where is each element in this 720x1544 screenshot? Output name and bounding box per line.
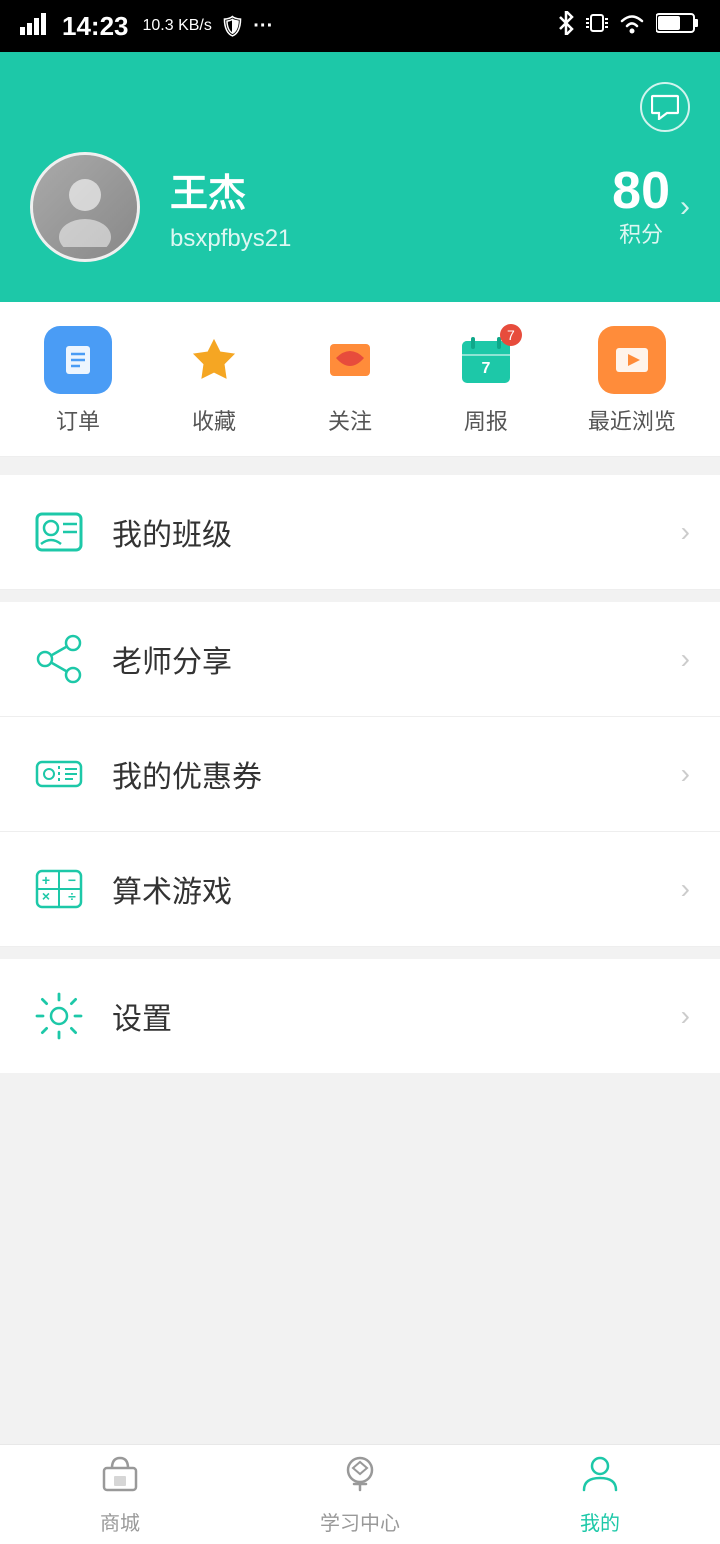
recent-label: 最近浏览	[588, 404, 676, 436]
user-name: 王杰	[170, 162, 582, 217]
menu-item-class[interactable]: 我的班级 ›	[0, 475, 720, 590]
share-icon	[30, 630, 88, 688]
class-icon	[30, 503, 88, 561]
weekly-badge: 7	[500, 324, 522, 346]
svg-text:7: 7	[481, 360, 490, 377]
points-label: 积分	[612, 217, 670, 249]
status-right	[556, 11, 700, 41]
class-arrow-icon: ›	[681, 516, 690, 548]
vibrate-icon	[586, 11, 608, 41]
nav-item-study[interactable]: 学习中心	[240, 1454, 480, 1536]
svg-text:−: −	[68, 872, 76, 888]
recent-icon-wrap	[598, 326, 666, 394]
study-nav-label: 学习中心	[320, 1507, 400, 1536]
status-bar: 14:23 10.3 KB/s 🛡 ···	[0, 0, 720, 52]
share-arrow-icon: ›	[681, 643, 690, 675]
section-divider-1	[0, 457, 720, 475]
mine-nav-label: 我的	[580, 1507, 620, 1536]
order-label: 订单	[56, 404, 100, 436]
svg-text:+: +	[42, 872, 50, 888]
status-time: 14:23	[62, 11, 129, 42]
coupon-label: 我的优惠券	[112, 752, 681, 796]
coupon-arrow-icon: ›	[681, 758, 690, 790]
class-label: 我的班级	[112, 510, 681, 554]
status-left: 14:23 10.3 KB/s 🛡 ···	[20, 11, 273, 42]
shop-nav-icon	[100, 1454, 140, 1501]
points-section[interactable]: 80 积分 ›	[612, 165, 690, 249]
menu-list: 我的班级 › 老师分享 ›	[0, 475, 720, 1073]
game-label: 算术游戏	[112, 867, 681, 911]
menu-item-share[interactable]: 老师分享 ›	[0, 602, 720, 717]
follow-label: 关注	[328, 404, 372, 436]
svg-text:÷: ÷	[68, 888, 76, 904]
share-label: 老师分享	[112, 637, 681, 681]
nav-item-mine[interactable]: 我的	[480, 1454, 720, 1536]
quick-item-order[interactable]: 订单	[44, 326, 112, 436]
game-icon: + × − ÷	[30, 860, 88, 918]
settings-arrow-icon: ›	[681, 1000, 690, 1032]
collect-icon-wrap	[180, 326, 248, 394]
game-arrow-icon: ›	[681, 873, 690, 905]
menu-item-settings[interactable]: 设置 ›	[0, 959, 720, 1073]
menu-item-coupon[interactable]: 我的优惠券 ›	[0, 717, 720, 832]
avatar-image	[33, 155, 137, 259]
profile-info: 王杰 bsxpfbys21	[170, 162, 582, 253]
quick-item-follow[interactable]: 关注	[316, 326, 384, 436]
follow-icon-wrap	[316, 326, 384, 394]
menu-item-game[interactable]: + × − ÷ 算术游戏 ›	[0, 832, 720, 947]
shop-nav-label: 商城	[100, 1507, 140, 1536]
points-value: 80	[612, 165, 670, 217]
shield-icon: 🛡	[220, 14, 245, 39]
wifi-icon	[618, 12, 646, 40]
weekly-label: 周报	[464, 404, 508, 436]
profile-header: 王杰 bsxpfbys21 80 积分 ›	[0, 52, 720, 302]
points-arrow-icon: ›	[680, 190, 690, 224]
bluetooth-icon	[556, 11, 576, 41]
profile-row: 王杰 bsxpfbys21 80 积分 ›	[30, 152, 690, 262]
quick-item-weekly[interactable]: 7 7 周报	[452, 326, 520, 436]
carrier-icon	[20, 13, 48, 40]
order-icon-wrap	[44, 326, 112, 394]
nav-item-shop[interactable]: 商城	[0, 1454, 240, 1536]
battery-icon	[656, 12, 700, 40]
avatar[interactable]	[30, 152, 140, 262]
chat-button[interactable]	[640, 82, 690, 132]
bottom-nav: 商城 学习中心 我的	[0, 1444, 720, 1544]
speed-indicator: 10.3 KB/s	[143, 17, 212, 35]
mine-nav-icon	[580, 1454, 620, 1501]
study-nav-icon	[340, 1454, 380, 1501]
header-top	[30, 82, 690, 132]
quick-item-recent[interactable]: 最近浏览	[588, 326, 676, 436]
weekly-icon-wrap: 7 7	[452, 326, 520, 394]
quick-menu: 订单 收藏 关注 7	[0, 302, 720, 457]
bottom-padding	[0, 1073, 720, 1453]
settings-icon	[30, 987, 88, 1045]
coupon-icon	[30, 745, 88, 803]
more-icon: ···	[253, 15, 273, 38]
settings-label: 设置	[112, 994, 681, 1038]
user-id: bsxpfbys21	[170, 225, 582, 253]
section-divider-2	[0, 590, 720, 602]
quick-item-collect[interactable]: 收藏	[180, 326, 248, 436]
section-divider-3	[0, 947, 720, 959]
collect-label: 收藏	[192, 404, 236, 436]
svg-text:×: ×	[42, 888, 50, 904]
